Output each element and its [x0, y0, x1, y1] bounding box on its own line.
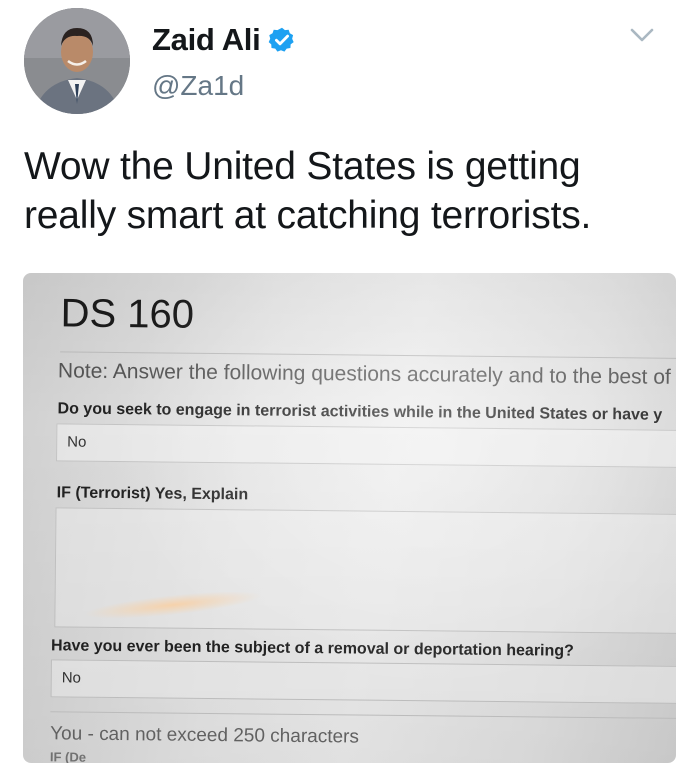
question-explain: IF (Terrorist) Yes, Explain	[56, 484, 249, 504]
tweet-text-line: Wow the United States is getting	[24, 145, 581, 188]
user-handle[interactable]: @Za1d	[152, 70, 244, 102]
answer-field: No	[50, 659, 676, 705]
display-name[interactable]: Zaid Ali	[152, 22, 261, 58]
avatar[interactable]	[24, 8, 130, 114]
ds160-form-photo: DS 160 Note: Answer the following questi…	[23, 273, 676, 763]
tweet-text-line: really smart at catching terrorists.	[24, 194, 592, 237]
question-deportation-hearing: Have you ever been the subject of a remo…	[51, 637, 574, 660]
answer-value: No	[67, 433, 87, 451]
answer-field: No	[56, 423, 676, 469]
tweet-text: Wow the United States is getting really …	[24, 142, 684, 240]
attached-photo[interactable]: DS 160 Note: Answer the following questi…	[23, 273, 676, 763]
tweet-card: Zaid Ali @Za1d Wow the United States is …	[0, 0, 700, 779]
divider	[50, 711, 676, 720]
chevron-down-icon[interactable]	[628, 26, 656, 46]
author-name-row: Zaid Ali	[152, 22, 296, 58]
cutoff-text: IF (De	[49, 749, 87, 763]
avatar-photo	[24, 8, 130, 114]
divider	[60, 351, 676, 360]
verified-badge-icon	[268, 26, 296, 54]
question-terrorist-activities: Do you seek to engage in terrorist activ…	[57, 400, 663, 424]
form-title: DS 160	[60, 291, 195, 337]
form-note: Note: Answer the following questions acc…	[57, 359, 671, 389]
answer-value: No	[61, 669, 82, 687]
character-limit-hint: You - can not exceed 250 characters	[50, 723, 360, 748]
